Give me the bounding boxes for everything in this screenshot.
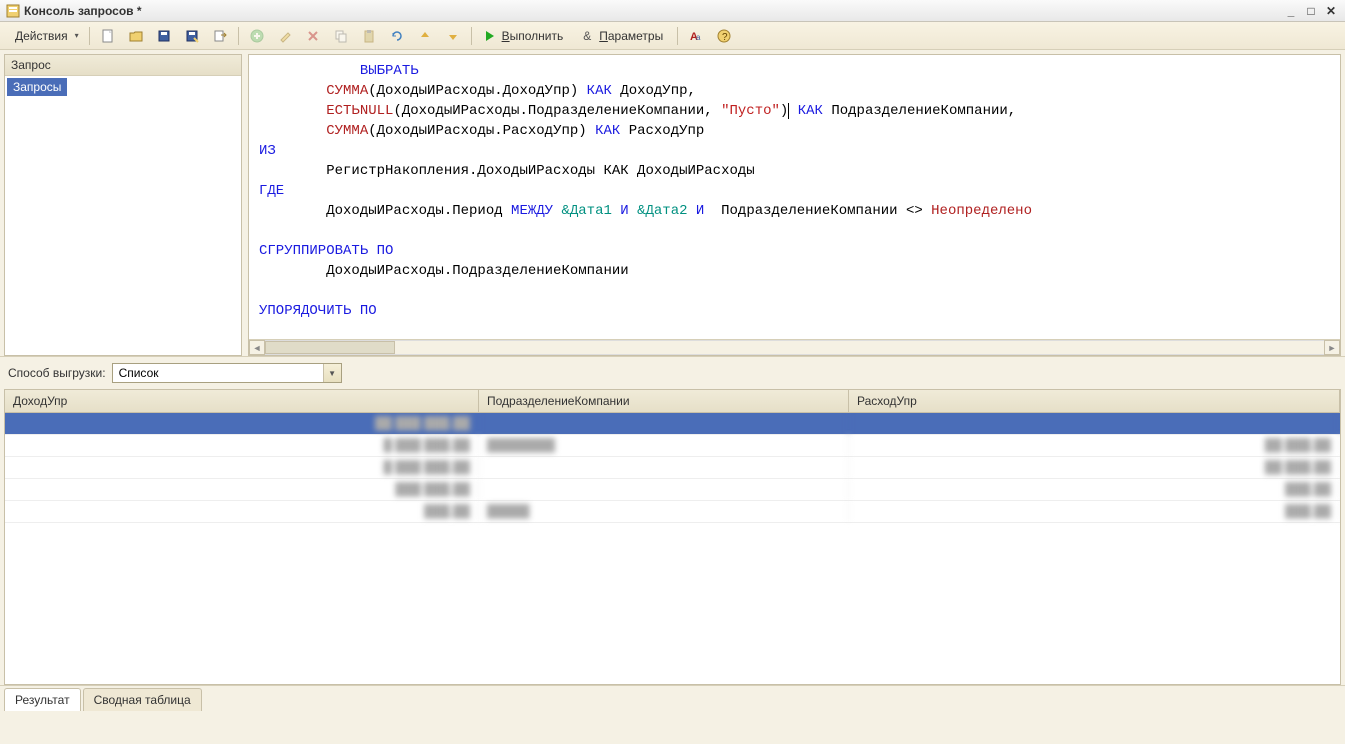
keyword-orderby: УПОРЯДОЧИТЬ ПО [259,303,377,319]
plus-circle-icon [249,28,265,44]
open-button[interactable] [123,25,149,47]
new-button[interactable] [95,25,121,47]
refresh-button[interactable] [384,25,410,47]
tab-pivot[interactable]: Сводная таблица [83,688,202,711]
svg-text:?: ? [722,32,728,43]
parameters-button[interactable]: & Параметры [574,25,672,47]
actions-menu[interactable]: Действия [6,25,84,47]
tree-item-queries[interactable]: Запросы [7,78,67,96]
arrow-up-icon [417,28,433,44]
folder-open-icon [128,28,144,44]
table-row[interactable]: ██ ███ ███,██ [5,413,1340,435]
export-label: Способ выгрузки: [8,366,106,380]
cell: █ ███ ███,██ [5,457,479,478]
bottom-tabs: Результат Сводная таблица [0,685,1345,711]
paste-icon [361,28,377,44]
up-button[interactable] [412,25,438,47]
main-split: Запрос Запросы ВЫБРАТЬ СУММА(ДоходыИРасх… [0,50,1345,356]
save-as-icon [184,28,200,44]
keyword-where: ГДЕ [259,183,284,199]
font-icon: Aa [688,28,704,44]
arrow-down-icon [445,28,461,44]
refresh-icon [389,28,405,44]
font-button[interactable]: Aa [683,25,709,47]
cell: ███,██ [849,501,1340,522]
minimize-button[interactable]: _ [1283,3,1299,19]
cell [849,413,1340,434]
cell: █ ███ ███,██ [5,435,479,456]
copy-icon [333,28,349,44]
func-isnull: ЕСТЬNULL [326,103,393,119]
pencil-icon [277,28,293,44]
col-expense[interactable]: РасходУпр [849,390,1340,412]
execute-button[interactable]: Выполнить [477,25,573,47]
scroll-thumb[interactable] [265,341,395,354]
delete-button[interactable] [300,25,326,47]
func-sum: СУММА [326,83,368,99]
table-row[interactable]: ███,██ █████ ███,██ [5,501,1340,523]
export-icon [212,28,228,44]
cell: ███,██ [849,479,1340,500]
close-button[interactable]: ✕ [1323,3,1339,19]
save-icon [156,28,172,44]
export-row: Способ выгрузки: ▼ [0,356,1345,389]
cell: ███ ███,██ [5,479,479,500]
table-row[interactable]: █ ███ ███,██ ████████ ██ ███,██ [5,435,1340,457]
tab-result[interactable]: Результат [4,688,81,711]
maximize-button[interactable]: □ [1303,3,1319,19]
query-tree-panel: Запрос Запросы [4,54,242,356]
dropdown-icon[interactable]: ▼ [323,364,341,382]
svg-text:a: a [696,33,701,42]
export-method-input[interactable] [113,364,323,382]
scroll-left-icon[interactable]: ◄ [249,340,265,355]
paste-button[interactable] [356,25,382,47]
tree-header: Запрос [5,55,241,76]
main-toolbar: Действия Выполнить & Параметры Aa ? [0,22,1345,50]
keyword-from: ИЗ [259,143,276,159]
cell: █████ [479,501,849,522]
scroll-track[interactable] [265,340,1324,355]
title-bar: Консоль запросов * _ □ ✕ [0,0,1345,22]
tree-body[interactable]: Запросы [5,76,241,355]
col-income[interactable]: ДоходУпр [5,390,479,412]
export-button[interactable] [207,25,233,47]
table-row[interactable]: ███ ███,██ ███,██ [5,479,1340,501]
export-method-select[interactable]: ▼ [112,363,342,383]
query-editor[interactable]: ВЫБРАТЬ СУММА(ДоходыИРасходы.ДоходУпр) К… [249,55,1340,339]
table-row[interactable]: █ ███ ███,██ ██ ███,██ [5,457,1340,479]
col-department[interactable]: ПодразделениеКомпании [479,390,849,412]
cell: ██ ███,██ [849,435,1340,456]
help-icon: ? [716,28,732,44]
save-button[interactable] [151,25,177,47]
cell: ████████ [479,435,849,456]
cell [479,413,849,434]
grid-header: ДоходУпр ПодразделениеКомпании РасходУпр [5,390,1340,413]
grid-body[interactable]: ██ ███ ███,██ █ ███ ███,██ ████████ ██ █… [5,413,1340,684]
play-icon [482,28,498,44]
cell: ██ ███ ███,██ [5,413,479,434]
edit-button[interactable] [272,25,298,47]
results-grid: ДоходУпр ПодразделениеКомпании РасходУпр… [4,389,1341,685]
editor-hscrollbar[interactable]: ◄ ► [249,339,1340,355]
cell [479,479,849,500]
help-button[interactable]: ? [711,25,737,47]
keyword-select: ВЫБРАТЬ [360,63,419,79]
keyword-groupby: СГРУППИРОВАТЬ ПО [259,243,393,259]
add-button[interactable] [244,25,270,47]
copy-button[interactable] [328,25,354,47]
delete-icon [305,28,321,44]
down-button[interactable] [440,25,466,47]
save-as-button[interactable] [179,25,205,47]
cell: ███,██ [5,501,479,522]
app-icon [6,4,20,18]
query-editor-wrap: ВЫБРАТЬ СУММА(ДоходыИРасходы.ДоходУпр) К… [248,54,1341,356]
window-title: Консоль запросов * [24,4,142,18]
new-icon [100,28,116,44]
scroll-right-icon[interactable]: ► [1324,340,1340,355]
cell [479,457,849,478]
cell: ██ ███,██ [849,457,1340,478]
